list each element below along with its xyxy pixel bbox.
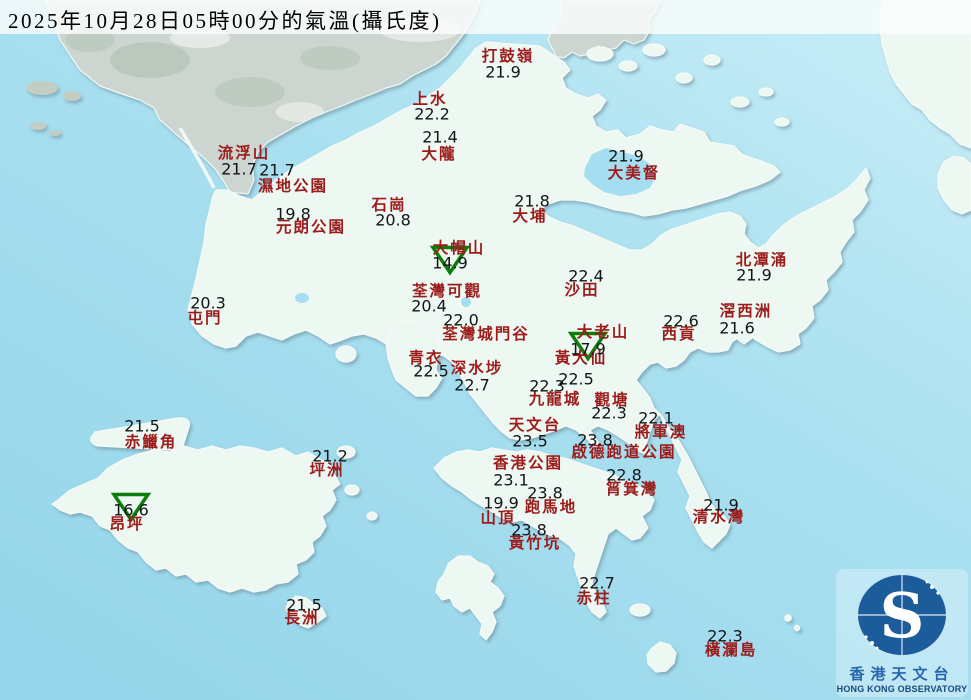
station-value: 21.2 [312,447,348,466]
hko-spiral-icon: S [854,573,950,657]
station-value: 21.6 [719,319,755,338]
station-value: 22.8 [606,466,642,485]
station-value: 21.9 [703,496,739,515]
station-value: 22.5 [413,362,449,381]
station-value: 22.1 [638,409,674,428]
station-value: 22.7 [454,376,490,395]
station-value: 19.9 [483,494,519,513]
station-value: 22.6 [663,312,699,331]
station-layer: 21.9打鼓嶺22.2上水21.4大隴21.7流浮山21.7濕地公園19.8元朗… [0,0,971,700]
svg-text:S: S [880,579,925,652]
station-value: 21.5 [286,596,322,615]
station-value: 21.7 [221,160,257,179]
station-value: 22.3 [591,404,627,423]
station-value: 22.2 [414,105,450,124]
station-value: 22.4 [568,267,604,286]
station-value: 23.8 [527,484,563,503]
hko-logo-name-en: HONG KONG OBSERVATORY [836,684,968,694]
station-value: 22.7 [579,574,615,593]
station-value: 22.3 [707,627,743,646]
station-value: 23.5 [512,432,548,451]
station-value: 21.9 [485,63,521,82]
station-value: 20.4 [411,297,447,316]
temperature-map-screen: 2025年10月28日05時00分的氣溫(攝氏度) 21.9打鼓嶺22.2上水2… [0,0,971,700]
station-value: 20.3 [190,294,226,313]
hko-logo: S 香港天文台 HONG KONG OBSERVATORY [836,569,968,697]
station-value: 23.8 [577,431,613,450]
station-value: 16.6 [113,501,149,520]
station-value: 14.9 [432,254,468,273]
station-value: 22.0 [443,311,479,330]
station-value: 21.9 [608,147,644,166]
station-value: 20.8 [375,211,411,230]
station-value: 21.9 [736,266,772,285]
station-value: 21.4 [422,128,458,147]
station-value: 17.9 [570,340,606,359]
station-value: 19.8 [275,205,311,224]
station-value: 23.1 [493,471,529,490]
hko-logo-name-cn: 香港天文台 [836,663,968,684]
station-value: 21.7 [259,161,295,180]
station-value: 21.8 [514,192,550,211]
station-value: 22.3 [529,377,565,396]
station-value: 21.5 [124,417,160,436]
station-value: 23.8 [511,521,547,540]
